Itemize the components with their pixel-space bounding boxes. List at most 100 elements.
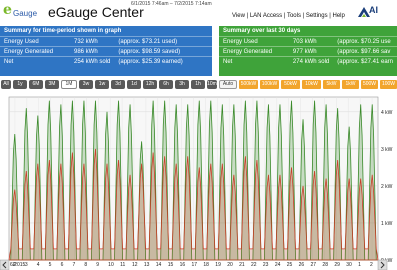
x-tick-label: 30: [346, 262, 352, 268]
x-tick-label: 20: [227, 262, 233, 268]
brand-logo: AI: [357, 4, 397, 20]
x-tick-label: 25: [287, 262, 293, 268]
x-tick-label: 12: [132, 262, 138, 268]
scale-button-50kw[interactable]: 50kW: [281, 80, 300, 89]
x-tick-label: 18: [203, 262, 209, 268]
energy-generated-label: Energy Generated: [219, 46, 289, 57]
summary-30-days-title: Summary over last 30 days: [223, 28, 301, 34]
range-button-1y[interactable]: 1y: [13, 80, 27, 89]
x-tick-label: 19: [215, 262, 221, 268]
x-tick-label: 7: [72, 262, 75, 268]
summary-graph-title: Summary for time-period shown in graph: [4, 28, 122, 34]
power-chart-svg[interactable]: 4 kW3 kW2 kW1 kW0 kW 2345678910111213141…: [0, 92, 397, 270]
table-row: Net 254 kWh sold (approx. $25.39 earned): [0, 56, 212, 66]
energy-used-label: Energy Used: [219, 36, 289, 47]
energy-generated-label: Energy Generated: [0, 46, 70, 57]
app-title: eGauge Center: [48, 4, 144, 20]
date-range: 6/1/2015 7:46am – 7/2/2015 7:14am: [131, 1, 212, 7]
net-note: (approx. $25.39 earned): [114, 56, 212, 66]
scale-button-100w[interactable]: 100W: [380, 80, 397, 89]
range-button-10m[interactable]: 10m: [207, 80, 217, 89]
nav-lan-access[interactable]: LAN Access: [250, 13, 282, 19]
nav-settings[interactable]: Settings: [306, 13, 328, 19]
x-tick-label: 2: [370, 262, 373, 268]
range-button-3h[interactable]: 3h: [175, 80, 189, 89]
x-tick-label: 28: [322, 262, 328, 268]
table-row: Energy Generated 986 kWh (approx. $98.59…: [0, 46, 212, 57]
net-note: (approx. $27.41 earn: [333, 56, 397, 66]
summary-graph-panel: Summary for time-period shown in graph E…: [0, 26, 212, 76]
scale-button-500kw[interactable]: 500kW: [239, 80, 258, 89]
header-bar: e Gauge eGauge Center 6/1/2015 7:46am – …: [0, 0, 397, 26]
x-tick-label: 11: [120, 262, 125, 268]
x-tick-label: 22: [251, 262, 257, 268]
brand-text: AI: [369, 5, 378, 15]
x-axis-month-label: 6/2015: [10, 262, 26, 268]
range-button-1w[interactable]: 1w: [95, 80, 109, 89]
energy-used-note: (approx. $70.25 use: [333, 36, 397, 47]
range-button-all[interactable]: All: [1, 80, 11, 89]
scale-button-10kw[interactable]: 10kW: [302, 80, 321, 89]
x-tick-label: 1: [358, 262, 361, 268]
top-nav: View | LAN Access | Tools | Settings | H…: [232, 13, 345, 19]
table-row: Energy Used 703 kWh (approx. $70.25 use: [219, 36, 397, 47]
x-tick-label: 10: [108, 262, 114, 268]
summary-graph-table: Energy Used 732 kWh (approx. $73.21 used…: [0, 36, 212, 66]
auto-scale-button[interactable]: Auto: [219, 80, 237, 89]
x-tick-label: 14: [156, 262, 162, 268]
range-button-6m[interactable]: 6M: [29, 80, 43, 89]
y-tick-label: 2 kW: [381, 184, 393, 190]
range-button-1d[interactable]: 1d: [127, 80, 141, 89]
range-button-6h[interactable]: 6h: [159, 80, 173, 89]
logo-text: Gauge: [13, 9, 38, 18]
x-tick-label: 27: [311, 262, 317, 268]
range-button-12h[interactable]: 12h: [143, 80, 157, 89]
table-row: Net 274 kWh sold (approx. $27.41 earn: [219, 56, 397, 66]
energy-used-value: 732 kWh: [70, 36, 115, 47]
energy-used-value: 703 kWh: [288, 36, 334, 47]
scale-button-5kw[interactable]: 5kW: [323, 80, 340, 89]
range-button-3d[interactable]: 3d: [111, 80, 125, 89]
x-tick-label: 26: [299, 262, 305, 268]
range-button-3w[interactable]: 3w: [79, 80, 93, 89]
x-tick-label: 13: [144, 262, 150, 268]
range-button-1m[interactable]: 1M: [61, 80, 77, 89]
x-tick-label: 24: [275, 262, 281, 268]
energy-generated-note: (approx. $97.66 sav: [333, 46, 397, 57]
logo-e: e: [3, 2, 12, 18]
energy-used-note: (approx. $73.21 used): [114, 36, 212, 47]
y-tick-label: 3 kW: [381, 147, 393, 153]
x-tick-label: 23: [263, 262, 269, 268]
x-tick-label: 21: [239, 262, 245, 268]
energy-used-label: Energy Used: [0, 36, 70, 47]
table-row: Energy Generated 977 kWh (approx. $97.66…: [219, 46, 397, 57]
net-label: Net: [0, 56, 70, 66]
scale-button-100kw[interactable]: 100kW: [260, 80, 279, 89]
nav-tools[interactable]: Tools: [287, 13, 301, 19]
table-row: Energy Used 732 kWh (approx. $73.21 used…: [0, 36, 212, 47]
x-tick-label: 16: [180, 262, 186, 268]
x-tick-label: 6: [61, 262, 64, 268]
range-toolbar: All 1y 6M 3M 1M 3w 1w 3d 1d 12h 6h 3h 1h…: [0, 80, 397, 90]
x-tick-label: 5: [49, 262, 52, 268]
scale-button-500w[interactable]: 500W: [361, 80, 378, 89]
scroll-left-icon[interactable]: [0, 259, 10, 270]
x-tick-label: 15: [168, 262, 174, 268]
nav-view[interactable]: View: [232, 13, 245, 19]
x-tick-label: 4: [37, 262, 40, 268]
x-tick-label: 17: [192, 262, 198, 268]
x-tick-label: 29: [334, 262, 340, 268]
nav-help[interactable]: Help: [332, 13, 344, 19]
egauge-logo: e Gauge: [3, 2, 43, 24]
y-tick-label: 1 kW: [381, 221, 393, 227]
y-tick-label: 4 kW: [381, 110, 393, 116]
scroll-right-icon[interactable]: [377, 259, 388, 270]
power-chart[interactable]: 4 kW3 kW2 kW1 kW0 kW 2345678910111213141…: [0, 92, 397, 270]
range-button-1h[interactable]: 1h: [191, 80, 205, 89]
range-button-3m[interactable]: 3M: [45, 80, 59, 89]
scale-button-1kw[interactable]: 1kW: [342, 80, 359, 89]
summary-30-days-panel: Summary over last 30 days Energy Used 70…: [219, 26, 397, 76]
summary-30-days-table: Energy Used 703 kWh (approx. $70.25 use …: [219, 36, 397, 66]
x-tick-label: 3: [25, 262, 28, 268]
net-value: 254 kWh sold: [70, 56, 115, 66]
